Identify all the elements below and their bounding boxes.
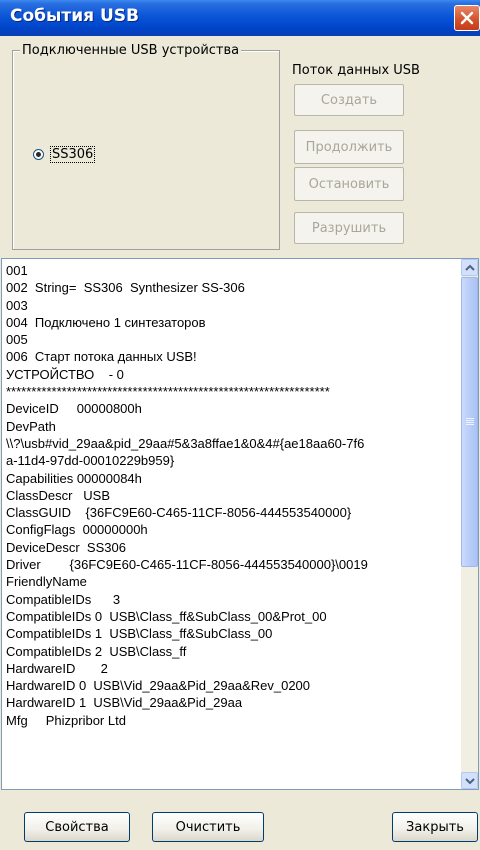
- scroll-down-button[interactable]: [461, 772, 478, 789]
- log-line: 006 Старт потока данных USB!: [6, 349, 197, 365]
- log-line: 001: [6, 263, 28, 278]
- close-button[interactable]: Закрыть: [392, 812, 478, 842]
- create-button[interactable]: Создать: [294, 84, 404, 116]
- stream-label: Поток данных USB: [292, 63, 420, 78]
- log-lines: 001 002 String= SS306 Synthesizer SS-306 0…: [6, 262, 456, 729]
- log-line: CompatibleIDs 3: [6, 591, 121, 607]
- scroll-up-button[interactable]: [461, 259, 478, 276]
- log-line: \\?\usb#vid_29aa&pid_29aa#5&3a8ffae1&0&4…: [6, 435, 365, 451]
- clear-button[interactable]: Очистить: [152, 812, 264, 842]
- log-line: HardwareID 2: [6, 660, 108, 676]
- properties-button[interactable]: Свойства: [24, 812, 130, 842]
- close-icon: [460, 11, 474, 25]
- log-line: Capabilities 00000084h: [6, 470, 142, 486]
- destroy-button[interactable]: Разрушить: [294, 212, 404, 244]
- radio-button[interactable]: [33, 149, 44, 160]
- scroll-thumb[interactable]: [461, 277, 478, 567]
- device-label[interactable]: SS306: [49, 146, 96, 163]
- log-line: DeviceDescr SS306: [6, 539, 126, 555]
- log-line: УСТРОЙСТВО - 0: [6, 366, 124, 382]
- devices-group-label: Подключенные USB устройства: [20, 43, 242, 58]
- log-line: CompatibleIDs 2 USB\Class_ff: [6, 643, 187, 659]
- continue-button[interactable]: Продолжить: [294, 130, 404, 164]
- log-line: Driver {36FC9E60-C465-11CF-8056-44455354…: [6, 557, 368, 573]
- stop-button[interactable]: Остановить: [294, 167, 404, 201]
- log-textarea[interactable]: 001 002 String= SS306 Synthesizer SS-306 0…: [1, 258, 479, 790]
- log-line: FriendlyName: [6, 574, 87, 590]
- log-line: DeviceID 00000800h: [6, 401, 142, 417]
- chevron-up-icon: [465, 264, 475, 271]
- log-line: ****************************************…: [6, 384, 330, 400]
- chevron-down-icon: [465, 778, 475, 785]
- vertical-scrollbar[interactable]: [461, 259, 478, 789]
- log-line: 002 String= SS306 Synthesizer SS-306: [6, 280, 245, 296]
- log-line: ConfigFlags 00000000h: [6, 522, 148, 538]
- window-title: События USB: [10, 6, 140, 26]
- log-line: DevPath: [6, 418, 56, 434]
- scroll-grip: [466, 418, 474, 426]
- close-window-button[interactable]: [454, 5, 480, 31]
- log-line: 004 Подключено 1 синтезаторов: [6, 314, 206, 330]
- log-line: HardwareID 1 USB\Vid_29aa&Pid_29aa: [6, 695, 243, 711]
- log-line: ClassGUID {36FC9E60-C465-11CF-8056-44455…: [6, 505, 352, 521]
- log-line: CompatibleIDs 1 USB\Class_ff&SubClass_00: [6, 626, 273, 642]
- log-line: HardwareID 0 USB\Vid_29aa&Pid_29aa&Rev_0…: [6, 678, 311, 694]
- log-line: 003: [6, 297, 28, 313]
- log-line: 005: [6, 332, 28, 348]
- log-line: CompatibleIDs 0 USB\Class_ff&SubClass_00…: [6, 608, 327, 624]
- log-line: ClassDescr USB: [6, 487, 111, 503]
- radio-selected-dot: [36, 152, 41, 157]
- log-line: Mfg Phizpribor Ltd: [6, 712, 126, 728]
- title-bar: События USB: [0, 0, 480, 36]
- log-line: a-11d4-97dd-00010229b959}: [6, 453, 175, 469]
